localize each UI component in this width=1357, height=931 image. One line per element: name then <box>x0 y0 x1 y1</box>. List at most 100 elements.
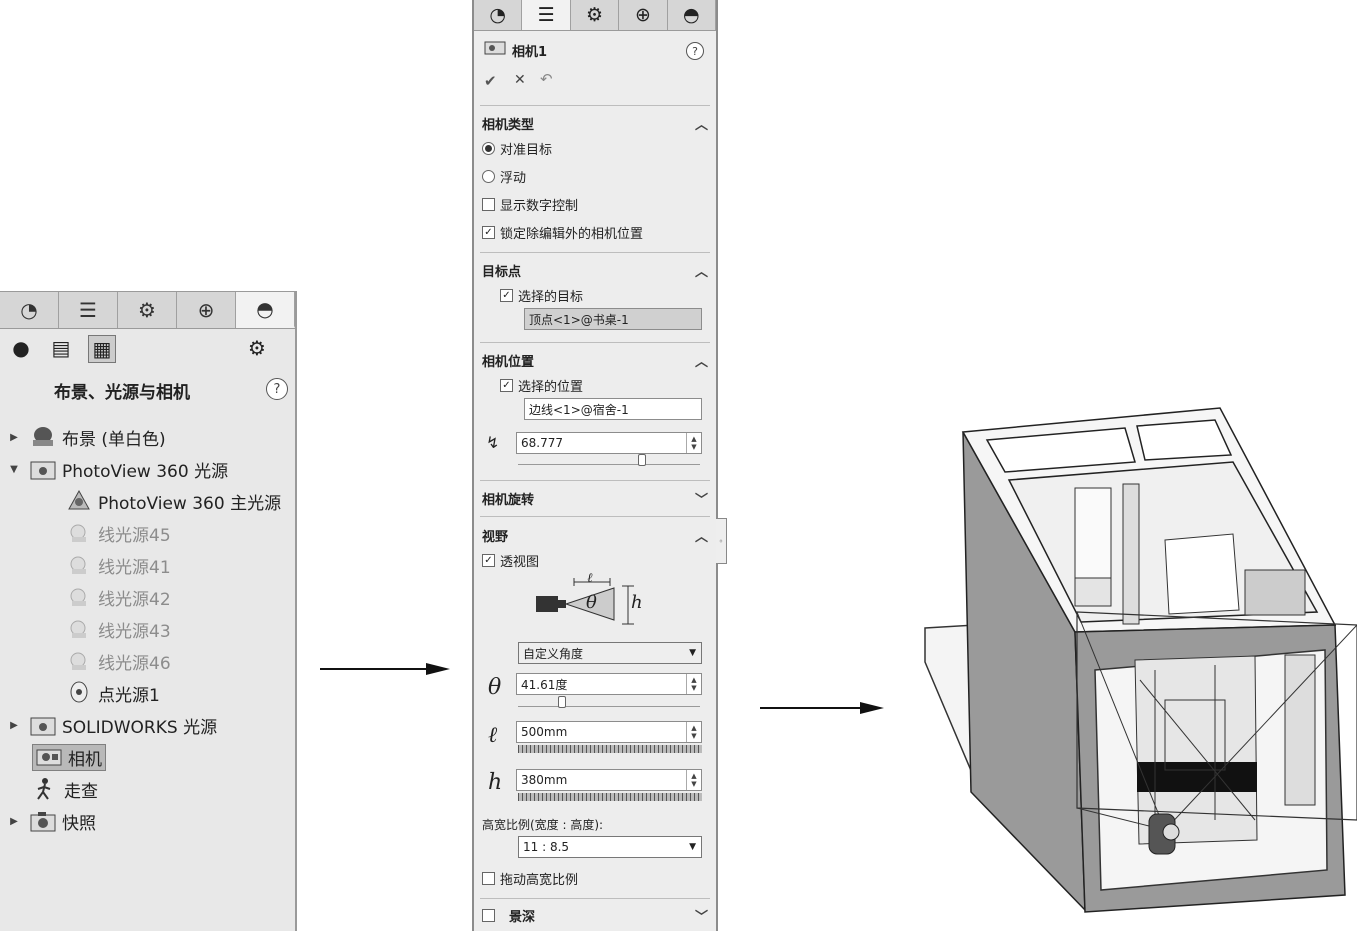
tree-item-label: 相机 <box>68 749 102 770</box>
target-selection-field[interactable]: 顶点<1>@书桌-1 <box>524 308 702 330</box>
section-camera-rotation[interactable]: 相机旋转 ﹀ <box>482 487 708 509</box>
tab-property-manager[interactable]: ☰ <box>59 292 118 328</box>
expand-icon[interactable]: ▶ <box>8 816 20 827</box>
checkbox-lock-position[interactable]: ✓ 锁定除编辑外的相机位置 <box>482 222 643 242</box>
checkbox-selected-position[interactable]: ✓ 选择的位置 <box>500 375 583 395</box>
chevron-up-icon[interactable]: ︿ <box>695 351 708 370</box>
section-camera-position[interactable]: 相机位置 ︿ <box>482 349 708 371</box>
chevron-up-icon[interactable]: ︿ <box>695 261 708 280</box>
spin-buttons[interactable]: ▲ ▼ <box>686 433 701 453</box>
view-height-input[interactable]: 380mm ▲ ▼ <box>516 769 702 791</box>
checkbox-drag-aspect-ratio[interactable]: 拖动高宽比例 <box>482 868 578 888</box>
checkbox-perspective[interactable]: ✓ 透视图 <box>482 550 539 570</box>
radio-floating[interactable]: 浮动 <box>482 166 526 186</box>
tree-item-solidworks-lights[interactable]: ▶ SOLIDWORKS 光源 <box>8 711 217 739</box>
checkbox-selected-target[interactable]: ✓ 选择的目标 <box>500 285 583 305</box>
chevron-up-icon[interactable]: ︿ <box>695 114 708 133</box>
fov-preset-select[interactable]: 自定义角度 ▼ <box>518 642 702 664</box>
tree-item-snapshots[interactable]: ▶ 快照 <box>8 807 96 835</box>
collapse-icon[interactable]: ▼ <box>8 464 20 475</box>
flow-arrow-line <box>320 668 430 670</box>
pushpin-icon[interactable]: ↶ <box>540 70 553 88</box>
radio-button[interactable] <box>482 169 495 183</box>
help-icon[interactable]: ? <box>686 42 704 60</box>
ok-button[interactable]: ✔ <box>484 72 497 90</box>
view-height-thumbwheel[interactable] <box>518 793 702 801</box>
tab-dimxpert[interactable]: ⊕ <box>177 292 236 328</box>
chevron-up-icon[interactable]: ︿ <box>695 526 708 545</box>
checkbox[interactable] <box>482 871 495 885</box>
checkbox[interactable]: ✓ <box>482 553 495 567</box>
decal-icon[interactable]: ▤ <box>48 335 74 361</box>
fov-height-symbol: h <box>631 592 643 613</box>
option-label: 选择的位置 <box>518 379 584 395</box>
section-field-of-view[interactable]: 视野 ︿ <box>482 524 708 546</box>
expand-icon[interactable]: ▶ <box>8 432 20 443</box>
slider-thumb[interactable] <box>558 696 566 708</box>
tab-configuration[interactable]: ⚙ <box>571 0 620 30</box>
radio-button[interactable] <box>482 141 495 155</box>
aspect-ratio-select[interactable]: 11 : 8.5 ▼ <box>518 836 702 858</box>
view-angle-input[interactable]: 41.61度 ▲ ▼ <box>516 673 702 695</box>
radio-aim-target[interactable]: 对准目标 <box>482 138 552 158</box>
tree-item-line-light[interactable]: 线光源45 <box>66 519 171 547</box>
tree-item-camera[interactable]: 相机 <box>32 743 106 771</box>
tree-item-line-light[interactable]: 线光源41 <box>66 551 171 579</box>
room-model-graphic <box>924 407 1357 913</box>
tab-dimxpert[interactable]: ⊕ <box>619 0 668 30</box>
3d-room-view[interactable] <box>915 400 1357 920</box>
chevron-down-icon[interactable]: ﹀ <box>695 489 708 508</box>
section-header: 景深 <box>509 909 536 925</box>
expand-icon[interactable]: ▶ <box>8 720 20 731</box>
tree-item-point-light[interactable]: 点光源1 <box>66 679 160 707</box>
tree-item-line-light[interactable]: 线光源42 <box>66 583 171 611</box>
checkbox[interactable]: ✓ <box>482 225 495 239</box>
length-symbol: ℓ <box>488 723 498 748</box>
help-icon[interactable]: ? <box>266 378 288 400</box>
tree-item-walkthrough[interactable]: 走查 <box>32 775 98 803</box>
spin-buttons[interactable]: ▲ ▼ <box>686 674 701 694</box>
tab-property-manager[interactable]: ☰ <box>522 0 571 30</box>
camera-icon <box>484 40 506 60</box>
distance-input[interactable]: 68.777 ▲ ▼ <box>516 432 702 454</box>
tab-display-manager[interactable]: ◓ <box>236 292 295 328</box>
tree-item-line-light[interactable]: 线光源46 <box>66 647 171 675</box>
tab-configuration[interactable]: ⚙ <box>118 292 177 328</box>
spin-buttons[interactable]: ▲ ▼ <box>686 722 701 742</box>
section-target-point[interactable]: 目标点 ︿ <box>482 259 708 281</box>
checkbox[interactable] <box>482 197 495 211</box>
appearance-sphere-icon[interactable]: ● <box>8 335 34 361</box>
tab-display-manager[interactable]: ◓ <box>668 0 717 30</box>
tree-item-photoview-lights[interactable]: ▼ PhotoView 360 光源 <box>8 455 228 483</box>
spin-buttons[interactable]: ▲ ▼ <box>686 770 701 790</box>
section-depth-of-field[interactable]: 景深 ﹀ <box>482 904 708 926</box>
dropdown-arrow-icon[interactable]: ▼ <box>689 842 696 852</box>
tree-item-label: PhotoView 360 光源 <box>62 461 229 482</box>
options-gear-icon[interactable]: ⚙ <box>244 335 270 361</box>
dropdown-arrow-icon[interactable]: ▼ <box>689 648 696 658</box>
view-angle-slider[interactable] <box>518 696 700 708</box>
view-length-input[interactable]: 500mm ▲ ▼ <box>516 721 702 743</box>
section-camera-type[interactable]: 相机类型 ︿ <box>482 112 708 134</box>
selected-camera-node[interactable]: 相机 <box>32 743 106 771</box>
tree-item-line-light[interactable]: 线光源43 <box>66 615 171 643</box>
panel-flyout-handle[interactable]: ◦ <box>716 518 727 564</box>
cancel-button[interactable]: ✕ <box>514 72 526 88</box>
view-length-value: 500mm <box>521 725 568 739</box>
view-length-thumbwheel[interactable] <box>518 745 702 753</box>
divider <box>480 342 710 343</box>
scene-lights-icon[interactable]: ▦ <box>88 335 116 363</box>
checkbox-numeric-control[interactable]: 显示数字控制 <box>482 194 578 214</box>
slider-thumb[interactable] <box>638 454 646 466</box>
scene-lights-cameras-panel: ◔ ☰ ⚙ ⊕ ◓ ● ▤ ▦ ⚙ 布景、光源与相机 ? ▶ 布景 (单白色) … <box>0 291 297 931</box>
tree-item-scene[interactable]: ▶ 布景 (单白色) <box>8 423 166 451</box>
tab-appearance[interactable]: ◔ <box>0 292 59 328</box>
tree-item-primary-light[interactable]: PhotoView 360 主光源 <box>66 487 281 515</box>
position-selection-field[interactable]: 边线<1>@宿舍-1 <box>524 398 702 420</box>
checkbox[interactable]: ✓ <box>500 288 513 302</box>
tab-appearance[interactable]: ◔ <box>474 0 523 30</box>
distance-slider[interactable] <box>518 454 700 466</box>
checkbox[interactable] <box>482 908 495 922</box>
checkbox[interactable]: ✓ <box>500 378 513 392</box>
chevron-down-icon[interactable]: ﹀ <box>695 906 708 925</box>
